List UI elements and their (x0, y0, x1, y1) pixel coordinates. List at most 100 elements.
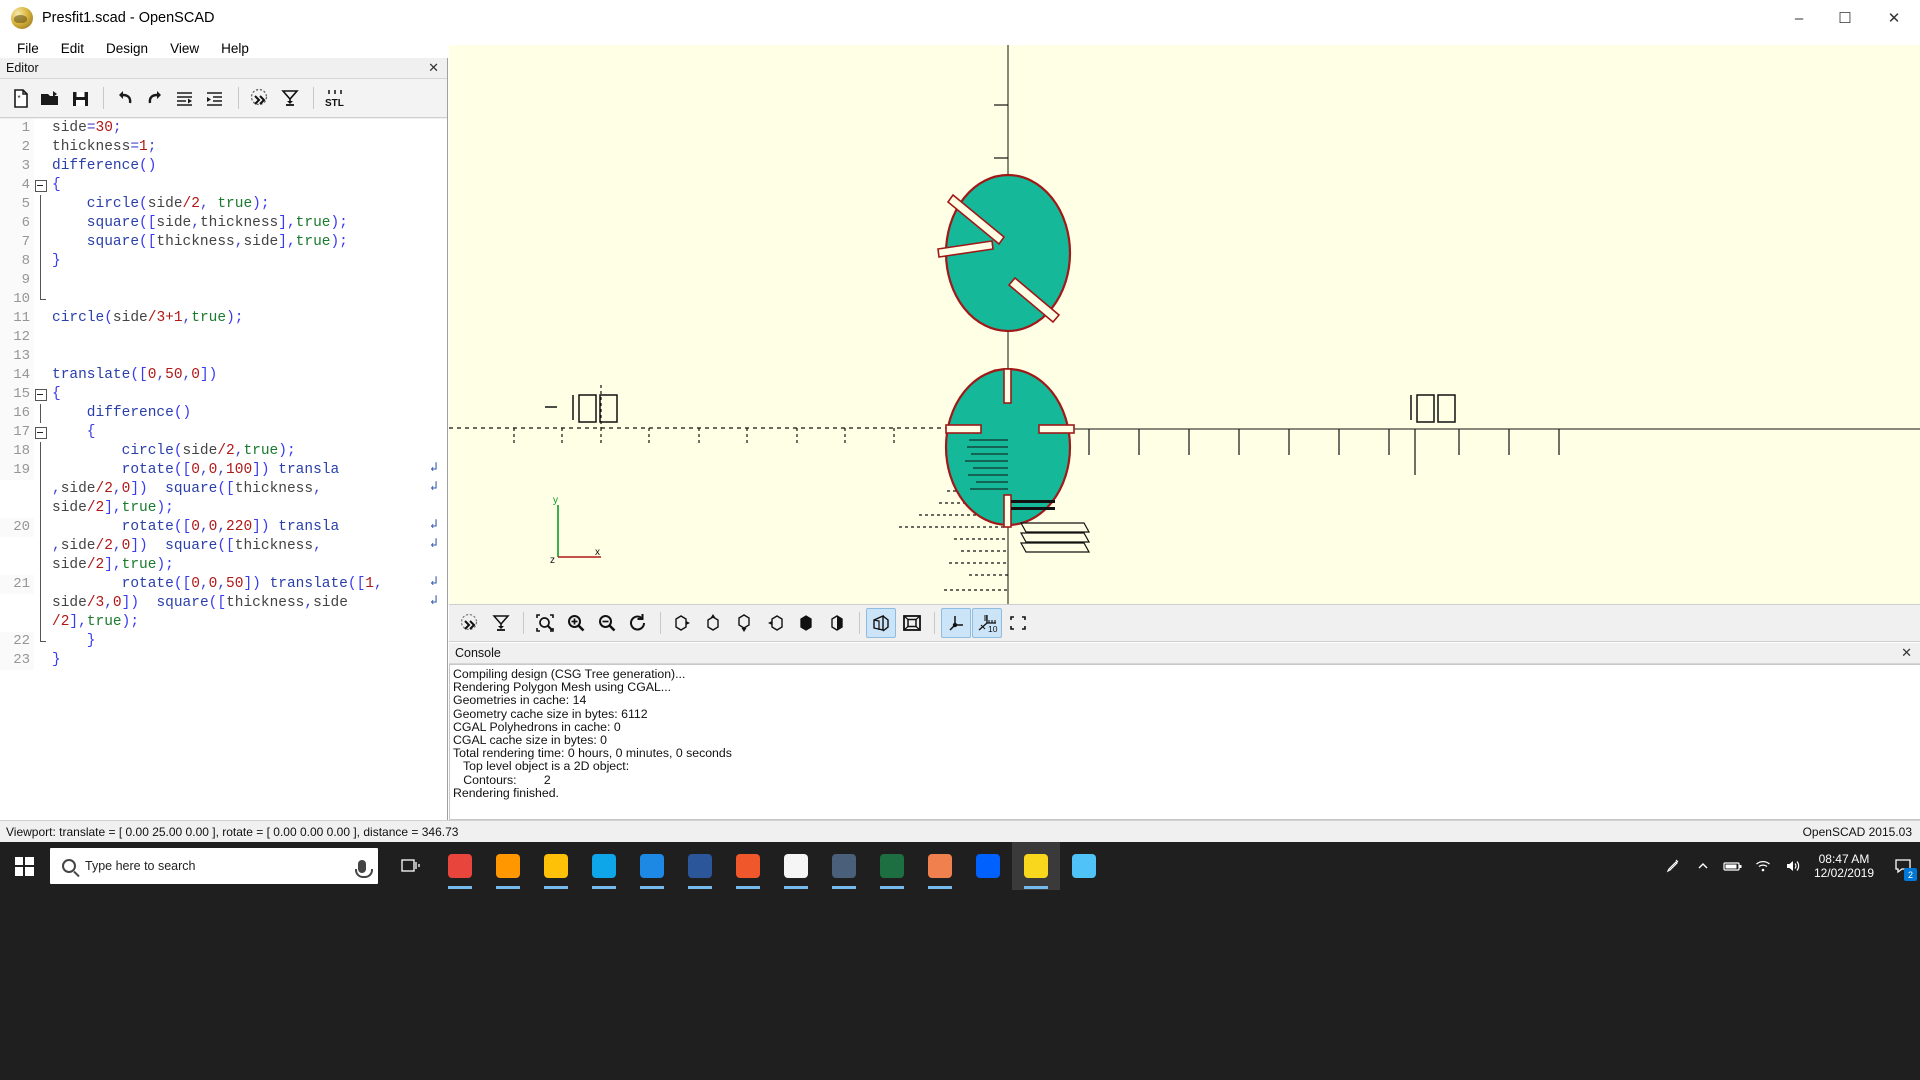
orthogonal-view-button[interactable] (897, 608, 927, 638)
code-text: thickness=1; (52, 139, 157, 155)
svg-text:STL: STL (325, 98, 344, 108)
redo-button[interactable] (141, 83, 169, 113)
vp-preview-button[interactable] (455, 608, 485, 638)
console-panel: Console ✕ Compiling design (CSG Tree gen… (449, 643, 1920, 820)
console-dock-header: Console ✕ (449, 643, 1920, 664)
code-text: /2],true); (52, 614, 140, 630)
code-line: side/3,0]) square([thickness,side ↲ (0, 594, 447, 613)
taskbar-chrome-icon[interactable] (436, 842, 484, 890)
view-left-button[interactable] (760, 608, 790, 638)
show-axes-button[interactable] (941, 608, 971, 638)
code-line: 6 square([side,thickness],true); (0, 214, 447, 233)
code-text: } (52, 652, 61, 668)
taskbar-word-icon[interactable] (676, 842, 724, 890)
code-editor[interactable]: 1 side=30; 2 thickness=1; 3 difference() 4{5 c… (0, 119, 447, 820)
taskbar-libreoffice-icon[interactable] (916, 842, 964, 890)
perspective-view-button[interactable] (866, 608, 896, 638)
menu-item-view[interactable]: View (159, 39, 210, 58)
start-button[interactable] (0, 842, 48, 890)
indent-button[interactable] (201, 83, 229, 113)
menu-item-file[interactable]: File (6, 39, 50, 58)
taskbar-dropbox-icon[interactable] (964, 842, 1012, 890)
view-right-button[interactable] (667, 608, 697, 638)
view-top-button[interactable] (698, 608, 728, 638)
code-text: rotate([0,0,100]) transla (52, 462, 340, 478)
line-wrap-icon: ↲ (430, 574, 438, 589)
export-stl-button[interactable]: STL (321, 83, 349, 113)
console-output[interactable]: Compiling design (CSG Tree generation)..… (449, 664, 1920, 820)
preview-button[interactable] (246, 83, 274, 113)
zoom-in-button[interactable] (561, 608, 591, 638)
toolbar-separator (103, 87, 104, 109)
status-bar: Viewport: translate = [ 0.00 25.00 0.00 … (0, 820, 1920, 842)
microphone-icon[interactable] (355, 859, 373, 878)
viewport-render: y x z (449, 45, 1920, 604)
taskbar-store-icon[interactable] (772, 842, 820, 890)
editor-close-icon[interactable]: ✕ (428, 60, 439, 76)
pen-icon[interactable] (1658, 842, 1688, 890)
taskbar-search-box[interactable]: Type here to search (50, 848, 378, 884)
zoom-out-button[interactable] (592, 608, 622, 638)
view-back-button[interactable] (822, 608, 852, 638)
maximize-button[interactable]: ☐ (1822, 0, 1868, 36)
minimize-button[interactable]: – (1776, 0, 1822, 36)
wifi-icon[interactable] (1748, 842, 1778, 890)
show-crosshairs-button[interactable] (1003, 608, 1033, 638)
new-file-button[interactable]: * (6, 83, 34, 113)
code-line: 22 } (0, 632, 447, 651)
close-button[interactable]: ✕ (1868, 0, 1920, 36)
code-text: side/3,0]) square([thickness,side (52, 595, 348, 611)
menu-item-help[interactable]: Help (210, 39, 260, 58)
line-number: 15 (0, 385, 34, 404)
menu-item-edit[interactable]: Edit (50, 39, 95, 58)
reset-view-button[interactable] (623, 608, 653, 638)
save-file-button[interactable] (66, 83, 94, 113)
code-line: 10 (0, 290, 447, 309)
taskbar-sublime-text-icon[interactable] (484, 842, 532, 890)
battery-icon[interactable] (1718, 842, 1748, 890)
view-bottom-button[interactable] (729, 608, 759, 638)
console-line: Contours: 2 (453, 772, 551, 787)
taskbar-clock[interactable]: 08:47 AM 12/02/2019 (1808, 852, 1886, 880)
line-number: 20 (0, 518, 34, 537)
show-hidden-icons-chevron[interactable] (1688, 842, 1718, 890)
taskbar-calculator-icon[interactable] (820, 842, 868, 890)
show-scale-markers-button[interactable]: 10 (972, 608, 1002, 638)
taskbar-excel-icon[interactable] (868, 842, 916, 890)
title-bar: Presfit1.scad - OpenSCAD – ☐ ✕ (0, 0, 1920, 36)
code-line: 3 difference() (0, 157, 447, 176)
undo-button[interactable] (111, 83, 139, 113)
taskbar-openscad-icon[interactable] (1012, 842, 1060, 890)
search-input-placeholder: Type here to search (85, 859, 196, 873)
taskbar-file-explorer-icon[interactable] (532, 842, 580, 890)
console-line: Geometries in cache: 14 (453, 693, 587, 708)
open-file-button[interactable] (36, 83, 64, 113)
x-tick-label-right (1410, 394, 1456, 423)
taskbar-settings-icon[interactable] (724, 842, 772, 890)
taskbar-app-icon[interactable] (1060, 842, 1108, 890)
console-close-icon[interactable]: ✕ (1901, 645, 1912, 661)
zoom-all-button[interactable] (530, 608, 560, 638)
code-text: rotate([0,0,220]) transla (52, 519, 340, 535)
unindent-button[interactable] (171, 83, 199, 113)
taskbar-edge-icon[interactable] (580, 842, 628, 890)
line-number: 5 (0, 195, 34, 214)
3d-viewport[interactable]: y x z (449, 45, 1920, 604)
vp-render-button[interactable] (486, 608, 516, 638)
volume-icon[interactable] (1778, 842, 1808, 890)
menu-item-design[interactable]: Design (95, 39, 159, 58)
line-wrap-icon: ↲ (430, 479, 438, 494)
line-number: 22 (0, 632, 34, 651)
notification-center-button[interactable]: 2 (1886, 842, 1920, 890)
z-axis-label: z (550, 555, 555, 566)
render-button[interactable] (276, 83, 304, 113)
code-text: square([side,thickness],true); (52, 215, 348, 231)
taskbar-taskview-icon[interactable] (388, 842, 436, 890)
taskbar-onedrive-icon[interactable] (628, 842, 676, 890)
console-line: CGAL Polyhedrons in cache: 0 (453, 719, 621, 734)
line-number: 3 (0, 157, 34, 176)
line-number: 4 (0, 176, 34, 195)
code-line: 4{ (0, 176, 447, 195)
view-front-button[interactable] (791, 608, 821, 638)
code-line: ,side/2,0]) square([thickness, ↲ (0, 537, 447, 556)
